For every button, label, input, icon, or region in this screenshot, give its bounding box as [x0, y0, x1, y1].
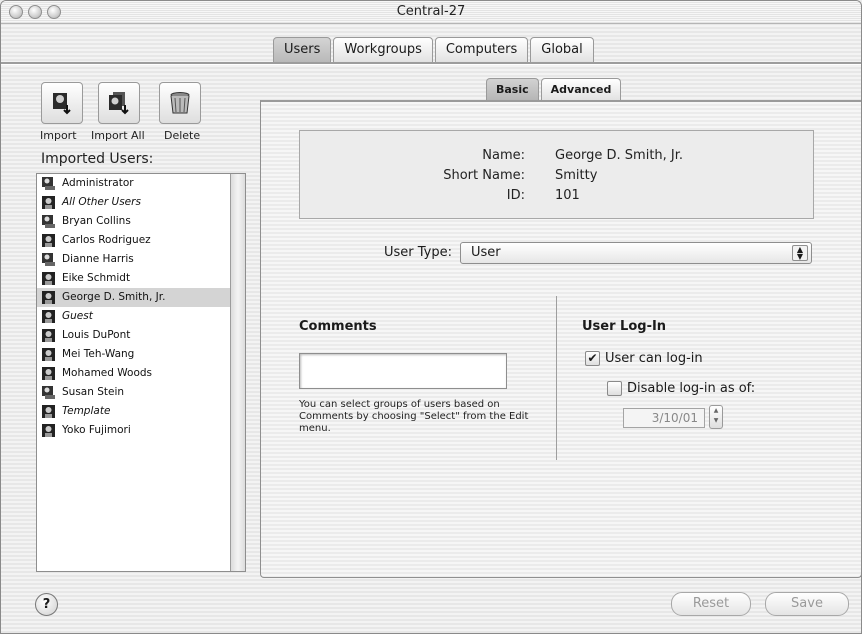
- tab-basic[interactable]: Basic: [486, 78, 539, 100]
- comments-help-text: You can select groups of users based on …: [299, 399, 529, 434]
- import-all-icon: [109, 92, 129, 115]
- window-title: Central-27: [396, 4, 466, 19]
- user-list-item[interactable]: Template: [37, 402, 245, 421]
- user-name: Mohamed Woods: [62, 367, 153, 379]
- popup-arrows-icon: ▲ ▼: [792, 245, 808, 261]
- user-info-box: Name: George D. Smith, Jr. Short Name: S…: [299, 130, 814, 219]
- comments-field[interactable]: [299, 353, 507, 389]
- user-list-item[interactable]: All Other Users: [37, 193, 245, 212]
- user-list[interactable]: Administrator All Other Users Bryan Collin…: [36, 173, 246, 572]
- disable-login-label: Disable log-in as of:: [627, 381, 756, 396]
- top-tab-bar: Users Workgroups Computers Global: [273, 37, 596, 64]
- import-all-label: Import All: [91, 129, 145, 142]
- user-name: Bryan Collins: [62, 215, 131, 227]
- user-list-scrollbar[interactable]: [230, 174, 245, 571]
- short-name-label: Short Name:: [443, 168, 525, 183]
- user-icon: [42, 291, 55, 304]
- user-list-item[interactable]: George D. Smith, Jr.: [37, 288, 245, 307]
- disable-date-field[interactable]: 3/10/01: [623, 408, 705, 428]
- app-window: Central-27 Users Workgroups Computers Gl…: [0, 0, 862, 634]
- help-button[interactable]: ?: [35, 593, 58, 616]
- user-name: Dianne Harris: [62, 253, 134, 265]
- user-name: Template: [62, 405, 111, 417]
- user-type-value: User: [471, 245, 501, 260]
- trash-icon: [170, 92, 190, 114]
- import-icon: [53, 93, 71, 115]
- user-icon: [42, 196, 55, 209]
- user-icon: [42, 272, 55, 285]
- login-heading: User Log-In: [582, 319, 667, 334]
- admin-user-icon: [42, 177, 55, 190]
- user-name: Mei Teh-Wang: [62, 348, 135, 360]
- user-name: Susan Stein: [62, 386, 125, 398]
- user-detail-panel: Name: George D. Smith, Jr. Short Name: S…: [260, 100, 861, 578]
- short-name-value: Smitty: [555, 168, 598, 183]
- sub-tab-bar: Basic Advanced: [486, 78, 623, 100]
- user-name: Administrator: [62, 177, 134, 189]
- import-button[interactable]: [41, 82, 83, 124]
- user-icon: [42, 310, 55, 323]
- name-label: Name:: [482, 148, 525, 163]
- id-value: 101: [555, 188, 580, 203]
- user-list-item[interactable]: Susan Stein: [37, 383, 245, 402]
- user-icon: [42, 234, 55, 247]
- imported-users-label: Imported Users:: [41, 151, 154, 167]
- reset-button[interactable]: Reset: [671, 592, 751, 616]
- user-list-item[interactable]: Bryan Collins: [37, 212, 245, 231]
- tab-global[interactable]: Global: [530, 37, 594, 62]
- disable-login-checkbox[interactable]: [607, 381, 622, 396]
- user-name: Louis DuPont: [62, 329, 131, 341]
- admin-user-icon: [42, 253, 55, 266]
- user-list-item[interactable]: Louis DuPont: [37, 326, 245, 345]
- user-name: Eike Schmidt: [62, 272, 131, 284]
- user-icon: [42, 424, 55, 437]
- tab-advanced[interactable]: Advanced: [540, 78, 622, 100]
- user-list-item[interactable]: Mohamed Woods: [37, 364, 245, 383]
- user-list-item[interactable]: Guest: [37, 307, 245, 326]
- tab-divider: [1, 62, 861, 65]
- user-name: Carlos Rodriguez: [62, 234, 151, 246]
- section-divider: [556, 296, 557, 460]
- stepper-arrows-icon: ▲ ▼: [713, 407, 719, 424]
- tab-users[interactable]: Users: [273, 37, 332, 62]
- can-login-checkbox[interactable]: ✔: [585, 351, 600, 366]
- user-name: All Other Users: [62, 196, 141, 208]
- title-bar[interactable]: Central-27: [1, 1, 861, 24]
- name-value: George D. Smith, Jr.: [555, 148, 684, 163]
- import-label: Import: [40, 129, 77, 142]
- admin-user-icon: [42, 215, 55, 228]
- user-type-select[interactable]: User ▲ ▼: [460, 242, 812, 264]
- save-button[interactable]: Save: [765, 592, 849, 616]
- user-name: George D. Smith, Jr.: [62, 291, 166, 303]
- comments-heading: Comments: [299, 319, 377, 334]
- can-login-label: User can log-in: [605, 351, 703, 366]
- tab-workgroups[interactable]: Workgroups: [333, 37, 433, 62]
- user-icon: [42, 348, 55, 361]
- user-type-label: User Type:: [384, 245, 453, 260]
- user-list-item[interactable]: Carlos Rodriguez: [37, 231, 245, 250]
- import-all-button[interactable]: [98, 82, 140, 124]
- user-list-item[interactable]: Dianne Harris: [37, 250, 245, 269]
- user-list-item[interactable]: Yoko Fujimori: [37, 421, 245, 440]
- user-name: Guest: [62, 310, 93, 322]
- delete-label: Delete: [164, 129, 201, 142]
- user-list-item[interactable]: Administrator: [37, 174, 245, 193]
- admin-user-icon: [42, 386, 55, 399]
- date-stepper[interactable]: ▲ ▼: [709, 405, 723, 429]
- user-icon: [42, 329, 55, 342]
- user-name: Yoko Fujimori: [62, 424, 131, 436]
- user-list-item[interactable]: Eike Schmidt: [37, 269, 245, 288]
- id-label: ID:: [506, 188, 525, 203]
- checkmark-icon: ✔: [587, 351, 598, 365]
- user-icon: [42, 367, 55, 380]
- tab-computers[interactable]: Computers: [434, 37, 529, 62]
- user-list-item[interactable]: Mei Teh-Wang: [37, 345, 245, 364]
- delete-button[interactable]: [159, 82, 201, 124]
- user-icon: [42, 405, 55, 418]
